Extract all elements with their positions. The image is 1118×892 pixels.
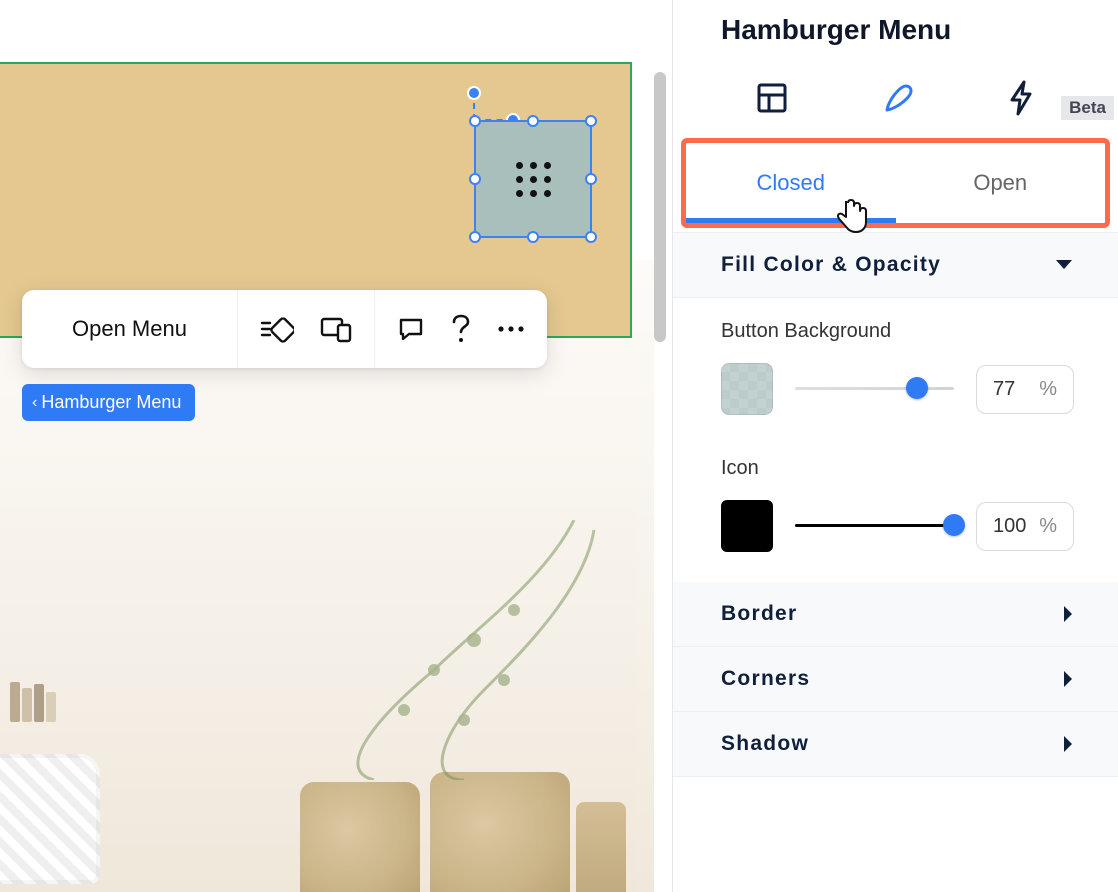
decor-vines [314,520,614,780]
chevron-left-icon: ‹ [32,394,37,412]
resize-handle[interactable] [527,231,539,243]
chevron-right-icon [1062,734,1074,754]
decor-basket [300,782,420,892]
section-border-header[interactable]: Border [673,582,1118,647]
beta-badge: Beta [1061,96,1114,120]
icon-opacity-input[interactable]: 100 % [976,502,1074,551]
opacity-value: 100 [993,515,1026,538]
decor-basket [576,802,626,892]
resize-handle[interactable] [527,115,539,127]
button-background-opacity-slider[interactable] [795,379,954,399]
panel-title: Hamburger Menu [673,0,1118,52]
icon-color-label: Icon [721,457,1074,480]
resize-handle[interactable] [469,231,481,243]
decor-books [10,682,70,722]
breadcrumb-label: Hamburger Menu [41,392,181,413]
button-background-opacity-input[interactable]: 77 % [976,365,1074,414]
design-icon[interactable] [881,81,915,115]
breadcrumb[interactable]: ‹ Hamburger Menu [22,384,195,421]
opacity-unit: % [1039,515,1057,538]
decor-towel [0,754,100,884]
interactions-icon[interactable] [1008,80,1036,116]
panel-mode-tabs [673,52,1118,138]
resize-handle[interactable] [585,173,597,185]
element-toolbar: Open Menu [22,290,547,368]
rotate-handle[interactable] [467,86,481,100]
section-shadow-title: Shadow [721,732,809,756]
icon-color-swatch[interactable] [721,500,773,552]
state-tabs-highlight: Closed Open [681,138,1110,228]
state-tabs: Closed Open [686,143,1105,223]
properties-panel: Hamburger Menu Beta Closed Open Fill Col… [672,0,1118,892]
icon-opacity-slider[interactable] [795,516,954,536]
section-fill-title: Fill Color & Opacity [721,253,941,277]
layout-icon[interactable] [755,81,789,115]
section-fill-header[interactable]: Fill Color & Opacity [673,232,1118,298]
section-border-title: Border [721,602,797,626]
tab-closed[interactable]: Closed [686,143,896,223]
canvas-scrollbar[interactable] [654,72,666,342]
open-menu-button[interactable]: Open Menu [44,316,215,342]
opacity-unit: % [1039,378,1057,401]
opacity-value: 77 [993,378,1015,401]
more-icon[interactable] [497,324,525,334]
comment-icon[interactable] [397,315,425,343]
design-canvas[interactable]: Open Menu [0,0,672,892]
resize-handle[interactable] [585,115,597,127]
chevron-right-icon [1062,669,1074,689]
resize-handle[interactable] [469,173,481,185]
section-shadow-header[interactable]: Shadow [673,712,1118,777]
chevron-right-icon [1062,604,1074,624]
chevron-down-icon [1054,258,1074,272]
grid-dots-icon [512,158,554,200]
section-corners-title: Corners [721,667,810,691]
button-background-label: Button Background [721,320,1074,343]
button-background-color-swatch[interactable] [721,363,773,415]
resize-handle[interactable] [469,115,481,127]
resize-handle[interactable] [585,231,597,243]
section-corners-header[interactable]: Corners [673,647,1118,712]
animation-icon[interactable] [260,315,294,343]
tab-open[interactable]: Open [896,143,1106,223]
help-icon[interactable] [451,314,471,344]
decor-basket [430,772,570,892]
hamburger-button-element[interactable] [474,120,592,238]
section-fill-body: Button Background 77 % Icon 100 % [673,298,1118,582]
responsive-icon[interactable] [320,315,352,343]
